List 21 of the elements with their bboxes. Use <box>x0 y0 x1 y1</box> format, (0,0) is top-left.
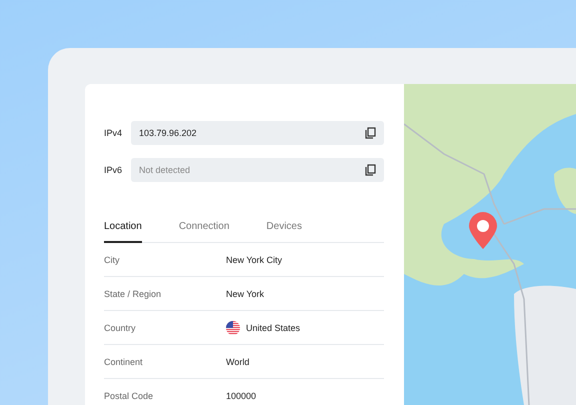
ip-field[interactable]: Not detected <box>131 158 384 182</box>
detail-value: World <box>226 356 250 366</box>
tab[interactable]: Devices <box>266 215 302 243</box>
ip-label: IPv6 <box>104 165 124 175</box>
tab[interactable]: Location <box>104 215 142 243</box>
detail-label: Postal Code <box>104 390 154 400</box>
detail-label: State / Region <box>104 288 162 298</box>
detail-value: United States <box>246 322 300 332</box>
detail-value: New York City <box>226 254 282 264</box>
detail-label: Country <box>104 322 137 332</box>
detail-value: New York <box>226 288 264 298</box>
flag-icon <box>226 320 240 334</box>
location-pin-icon <box>468 212 498 250</box>
tab[interactable]: Connection <box>178 215 230 243</box>
ip-label: IPv4 <box>104 128 124 138</box>
ip-field[interactable]: 103.79.96.202 <box>131 121 384 145</box>
detail-label: City <box>104 254 120 264</box>
detail-label: Continent <box>104 356 144 366</box>
copy-icon[interactable] <box>365 127 376 139</box>
copy-icon[interactable] <box>365 164 376 176</box>
detail-value: 100000 <box>226 390 256 400</box>
